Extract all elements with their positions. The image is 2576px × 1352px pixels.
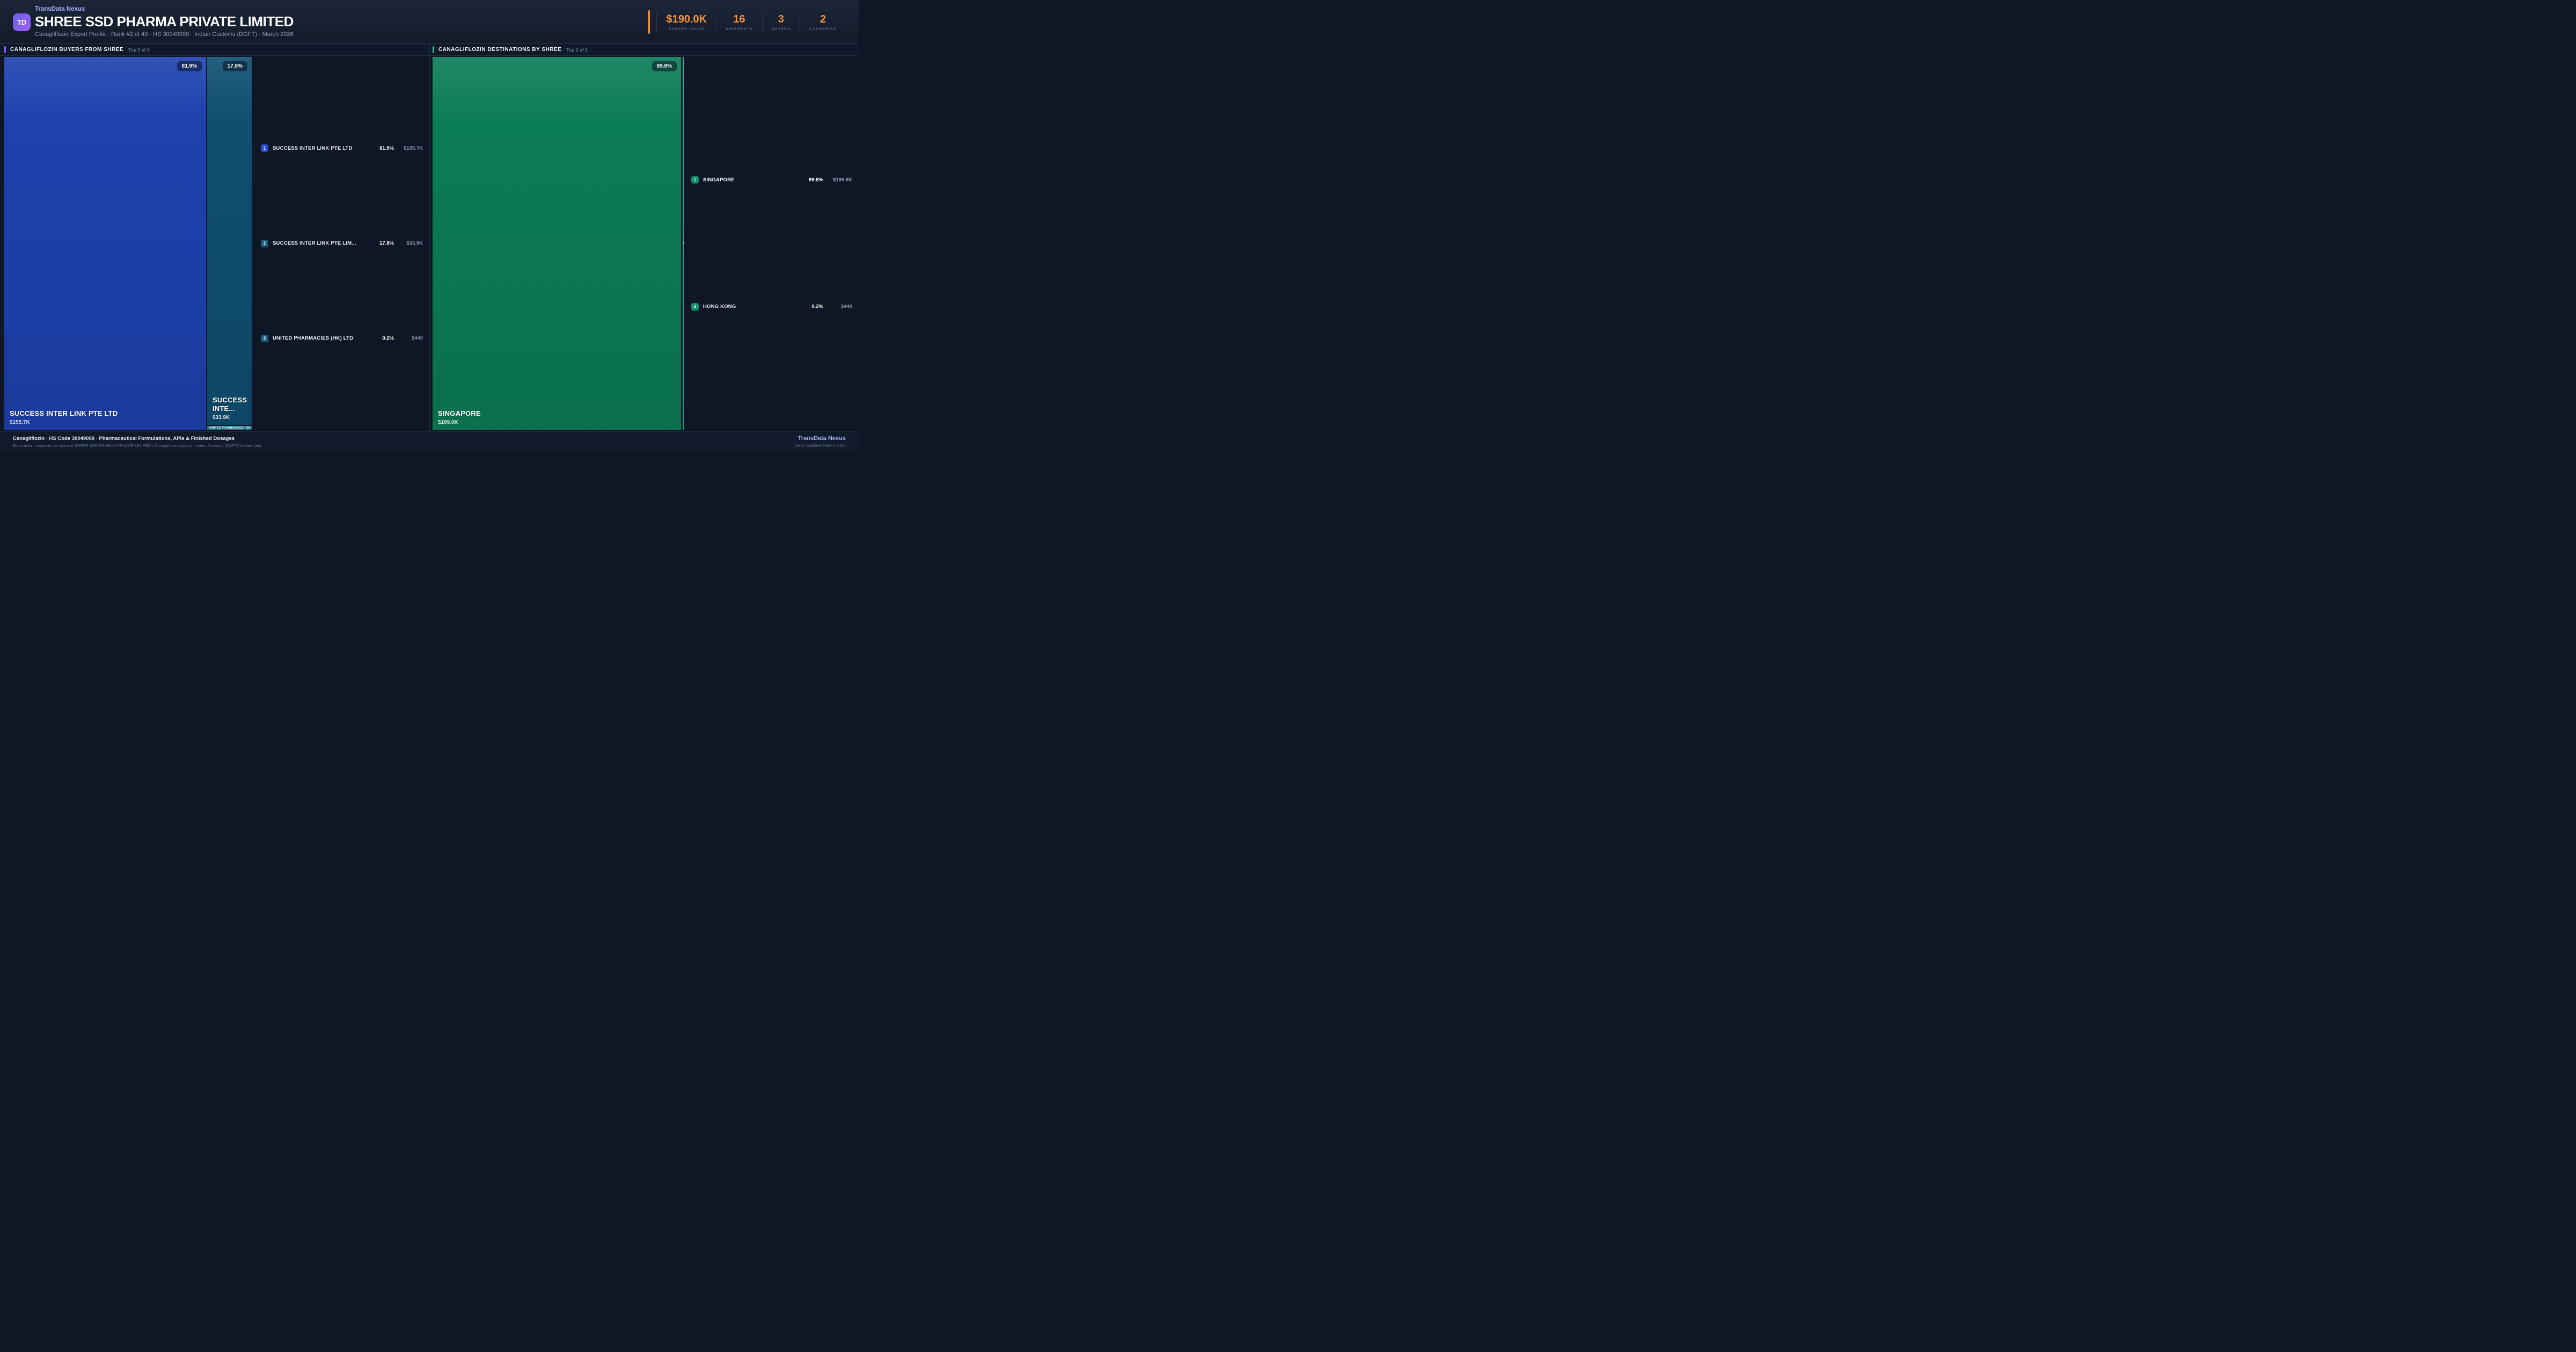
legend-pct: 0.2% bbox=[382, 335, 394, 342]
treemap-block-buyer-1[interactable]: 81.9% SUCCESS INTER LINK PTE LTD $155.7K bbox=[4, 57, 206, 430]
destinations-treemap: 99.8% SINGAPORE $189.6K HONG KONG bbox=[433, 57, 684, 430]
treemap-block-buyer-2[interactable]: 17.8% SUCCESS INTE... $33.9K bbox=[207, 57, 252, 425]
block-label: SUCCESS INTER LINK PTE LTD $155.7K bbox=[10, 409, 118, 425]
stat-countries: 2 COUNTRIES bbox=[800, 13, 846, 31]
block-name: HONG KONG bbox=[683, 241, 684, 245]
stat-buyers: 3 BUYERS bbox=[762, 13, 800, 31]
block-name: SUCCESS INTE... bbox=[213, 396, 247, 413]
legend-name: SUCCESS INTER LINK PTE LIM... bbox=[273, 240, 356, 246]
legend-name: HONG KONG bbox=[703, 304, 736, 310]
footer-updated: Data updated: March 2026 bbox=[795, 443, 846, 448]
stat-value: 16 bbox=[733, 13, 745, 25]
legend-name: SINGAPORE bbox=[703, 177, 735, 183]
legend-row-buyer-2[interactable]: 2 SUCCESS INTER LINK PTE LIM... 17.8% $3… bbox=[261, 239, 423, 247]
legend-row-buyer-1[interactable]: 1 SUCCESS INTER LINK PTE LTD 81.9% $155.… bbox=[261, 144, 423, 152]
page-footer: Canagliflozin · HS Code 30049099 · Pharm… bbox=[0, 431, 859, 451]
buyers-panel-meta: Top 3 of 3 bbox=[128, 47, 150, 53]
stat-value: $190.0K bbox=[666, 13, 707, 25]
block-value: $33.9K bbox=[213, 415, 230, 421]
destinations-accent-pill bbox=[433, 46, 434, 53]
stat-shipments: 16 SHIPMENTS bbox=[716, 13, 762, 31]
legend-value: $189.6K bbox=[833, 177, 852, 183]
legend-value: $440 bbox=[840, 304, 852, 310]
block-value: $189.6K bbox=[438, 420, 458, 425]
destinations-panel-title: CANAGLIFLOZIN DESTINATIONS BY SHREE bbox=[438, 47, 562, 53]
footer-methodology-line: Block area = proportional share of SHREE… bbox=[13, 443, 261, 448]
block-value: $155.7K bbox=[10, 420, 30, 425]
stat-value: 2 bbox=[819, 13, 826, 25]
legend-pct: 99.8% bbox=[809, 177, 823, 183]
brand-name: TransData Nexus bbox=[35, 6, 85, 12]
panel-divider bbox=[429, 44, 430, 431]
destinations-panel-meta: Top 2 of 2 bbox=[566, 47, 588, 53]
treemap-block-destination-2[interactable]: HONG KONG bbox=[683, 57, 684, 430]
footer-brand: TransData Nexus bbox=[797, 435, 846, 442]
rank-badge: 3 bbox=[261, 334, 268, 342]
legend-value: $33.9K bbox=[406, 240, 423, 246]
legend-row-destination-2[interactable]: 2 HONG KONG 0.2% $440 bbox=[691, 303, 852, 311]
destinations-panel-header: CANAGLIFLOZIN DESTINATIONS BY SHREE Top … bbox=[429, 44, 859, 56]
kpi-stats: $190.0K EXPORT VALUE 16 SHIPMENTS 3 BUYE… bbox=[648, 8, 846, 36]
rank-badge: 1 bbox=[691, 176, 699, 184]
block-label: SINGAPORE $189.6K bbox=[438, 409, 481, 425]
buyers-legend: 1 SUCCESS INTER LINK PTE LTD 81.9% $155.… bbox=[261, 57, 423, 430]
brand-logo-icon: TD bbox=[13, 13, 31, 31]
destinations-legend: 1 SINGAPORE 99.8% $189.6K 2 HONG KONG 0.… bbox=[691, 57, 852, 430]
stat-label: EXPORT VALUE bbox=[668, 27, 705, 31]
rank-badge: 2 bbox=[691, 303, 699, 311]
app-header: TD TransData Nexus SHREE SSD PHARMA PRIV… bbox=[0, 0, 859, 44]
block-name: SINGAPORE bbox=[438, 409, 481, 417]
stat-label: SHIPMENTS bbox=[726, 27, 753, 31]
stat-label: COUNTRIES bbox=[809, 27, 837, 31]
legend-value: $155.7K bbox=[404, 145, 423, 151]
treemap-block-destination-1[interactable]: 99.8% SINGAPORE $189.6K bbox=[433, 57, 681, 430]
buyers-accent-pill bbox=[4, 46, 6, 53]
block-pct-badge: 17.8% bbox=[222, 61, 247, 71]
page-subtitle: Canagliflozin Export Profile · Rank #2 o… bbox=[35, 31, 294, 38]
stat-accent-bar bbox=[648, 10, 650, 34]
block-pct-badge: 81.9% bbox=[177, 61, 202, 71]
stat-value: 3 bbox=[778, 13, 784, 25]
rank-badge: 2 bbox=[261, 239, 268, 247]
block-label: SUCCESS INTE... $33.9K bbox=[213, 396, 247, 421]
page-title: SHREE SSD PHARMA PRIVATE LIMITED bbox=[35, 13, 294, 30]
buyers-treemap: 81.9% SUCCESS INTER LINK PTE LTD $155.7K… bbox=[4, 57, 252, 430]
legend-row-buyer-3[interactable]: 3 UNITED PHARMACIES (HK) LTD. 0.2% $440 bbox=[261, 334, 423, 342]
block-name: SUCCESS INTER LINK PTE LTD bbox=[10, 409, 118, 417]
stat-export-value: $190.0K EXPORT VALUE bbox=[656, 13, 716, 31]
footer-product-line: Canagliflozin · HS Code 30049099 · Pharm… bbox=[13, 436, 235, 442]
rank-badge: 1 bbox=[261, 144, 268, 152]
legend-name: SUCCESS INTER LINK PTE LTD bbox=[273, 145, 353, 151]
buyers-panel-header: CANAGLIFLOZIN BUYERS FROM SHREE Top 3 of… bbox=[0, 44, 429, 56]
treemap-block-buyer-3[interactable]: UNITED PHARMACIES (HK) LTD. bbox=[207, 426, 252, 430]
legend-name: UNITED PHARMACIES (HK) LTD. bbox=[273, 335, 355, 342]
block-name: UNITED PHARMACIES (HK) LTD. bbox=[209, 426, 252, 430]
buyers-panel-title: CANAGLIFLOZIN BUYERS FROM SHREE bbox=[10, 47, 124, 53]
legend-row-destination-1[interactable]: 1 SINGAPORE 99.8% $189.6K bbox=[691, 176, 852, 184]
stat-label: BUYERS bbox=[771, 27, 791, 31]
legend-pct: 0.2% bbox=[811, 304, 823, 310]
legend-pct: 17.8% bbox=[379, 240, 394, 246]
legend-pct: 81.9% bbox=[379, 145, 394, 151]
legend-value: $440 bbox=[411, 335, 423, 342]
block-pct-badge: 99.8% bbox=[652, 61, 677, 71]
